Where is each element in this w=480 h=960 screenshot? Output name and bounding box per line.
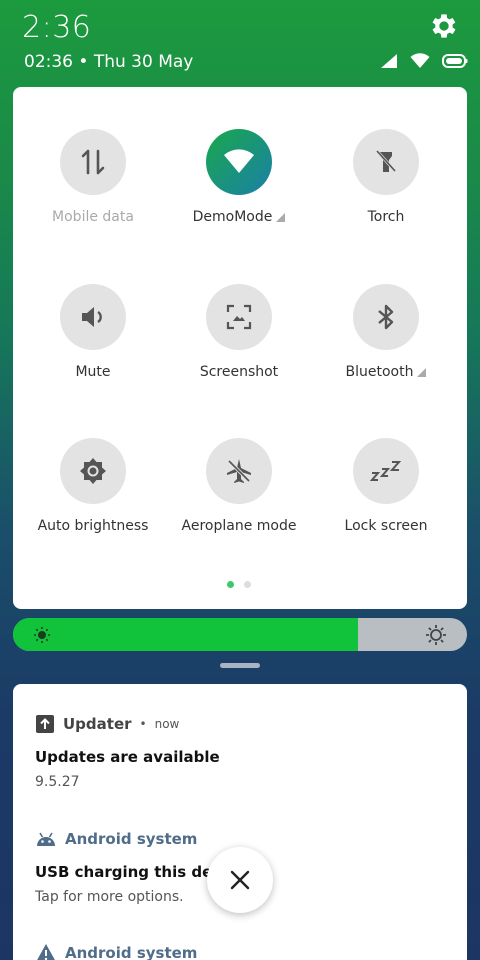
tile-label: DemoMode xyxy=(164,209,314,225)
auto-brightness-button[interactable] xyxy=(60,438,126,504)
notification-updater[interactable]: Updater • now Updates are available 9.5.… xyxy=(35,712,220,790)
tile-bluetooth[interactable]: Bluetooth xyxy=(311,284,461,414)
tile-label: Lock screen xyxy=(344,518,428,534)
tile-label: Aeroplane mode xyxy=(181,518,297,534)
page-dot[interactable] xyxy=(244,581,251,588)
mobile-data-button[interactable] xyxy=(60,129,126,195)
tile-screenshot[interactable]: Screenshot xyxy=(164,284,314,414)
system-status-icons xyxy=(380,50,468,72)
tile-label: Auto brightness xyxy=(37,518,149,534)
torch-button[interactable] xyxy=(353,129,419,195)
brightness-slider[interactable] xyxy=(13,618,467,651)
tile-label: Mobile data xyxy=(52,209,134,225)
notification-separator: • xyxy=(139,717,147,731)
tile-auto-brightness[interactable]: Auto brightness xyxy=(18,438,168,568)
mobile-data-icon xyxy=(81,149,105,175)
brightness-low-icon xyxy=(34,627,50,643)
notification-panel: Updater • now Updates are available 9.5.… xyxy=(13,684,467,960)
bluetooth-button[interactable] xyxy=(353,284,419,350)
date-line[interactable]: 02:36 • Thu 30 May xyxy=(24,52,193,72)
clock-large: 2:36 xyxy=(22,10,92,45)
brightness-slider-fill xyxy=(13,618,359,651)
lock-screen-button[interactable] xyxy=(353,438,419,504)
quick-settings-panel: Mobile data DemoMode Torch Mute Screensh… xyxy=(13,87,467,609)
airplane-icon xyxy=(227,459,251,483)
panel-drag-handle[interactable] xyxy=(220,663,260,668)
tile-mobile-data[interactable]: Mobile data xyxy=(18,129,168,259)
notification-app-name: Android system xyxy=(65,944,198,960)
bluetooth-icon xyxy=(378,304,394,330)
notification-android-system[interactable]: Android system xyxy=(35,941,197,960)
gear-icon[interactable] xyxy=(428,10,460,42)
screenshot-icon xyxy=(226,304,252,330)
battery-icon xyxy=(442,54,468,68)
volume-icon xyxy=(82,307,102,327)
notification-time: now xyxy=(154,717,180,731)
notification-app-name: Updater xyxy=(63,715,132,733)
notification-title: Updates are available xyxy=(35,748,220,766)
page-dot-active[interactable] xyxy=(227,581,234,588)
android-icon xyxy=(37,832,55,846)
tile-mute[interactable]: Mute xyxy=(18,284,168,414)
tile-aeroplane-mode[interactable]: Aeroplane mode xyxy=(164,438,314,568)
clear-all-button[interactable] xyxy=(207,847,273,913)
wifi-icon xyxy=(224,149,254,173)
tile-lock-screen[interactable]: Lock screen xyxy=(311,438,461,568)
notification-body: 9.5.27 xyxy=(35,774,80,790)
tile-label: Torch xyxy=(367,209,405,225)
wifi-status-icon xyxy=(410,53,430,68)
tile-torch[interactable]: Torch xyxy=(311,129,461,259)
torch-icon xyxy=(375,149,397,173)
screenshot-button[interactable] xyxy=(206,284,272,350)
sleep-icon xyxy=(370,461,402,481)
brightness-high-icon xyxy=(426,625,446,645)
warning-icon xyxy=(37,944,55,960)
close-icon xyxy=(230,870,250,890)
brightness-icon xyxy=(80,458,106,484)
tile-demo-mode[interactable]: DemoMode xyxy=(164,129,314,259)
status-area: 2:36 02:36 • Thu 30 May xyxy=(0,0,480,86)
tile-label: Screenshot xyxy=(199,364,279,380)
tile-label: Mute xyxy=(75,364,111,380)
wifi-button[interactable] xyxy=(206,129,272,195)
aeroplane-mode-button[interactable] xyxy=(206,438,272,504)
mute-button[interactable] xyxy=(60,284,126,350)
signal-icon xyxy=(381,54,397,68)
signal-triangle-icon xyxy=(417,367,427,377)
page-indicator xyxy=(227,581,251,588)
notification-app-name: Android system xyxy=(65,830,198,848)
tile-label: Bluetooth xyxy=(311,364,461,380)
update-arrow-icon xyxy=(36,715,54,733)
signal-triangle-icon xyxy=(276,212,286,222)
